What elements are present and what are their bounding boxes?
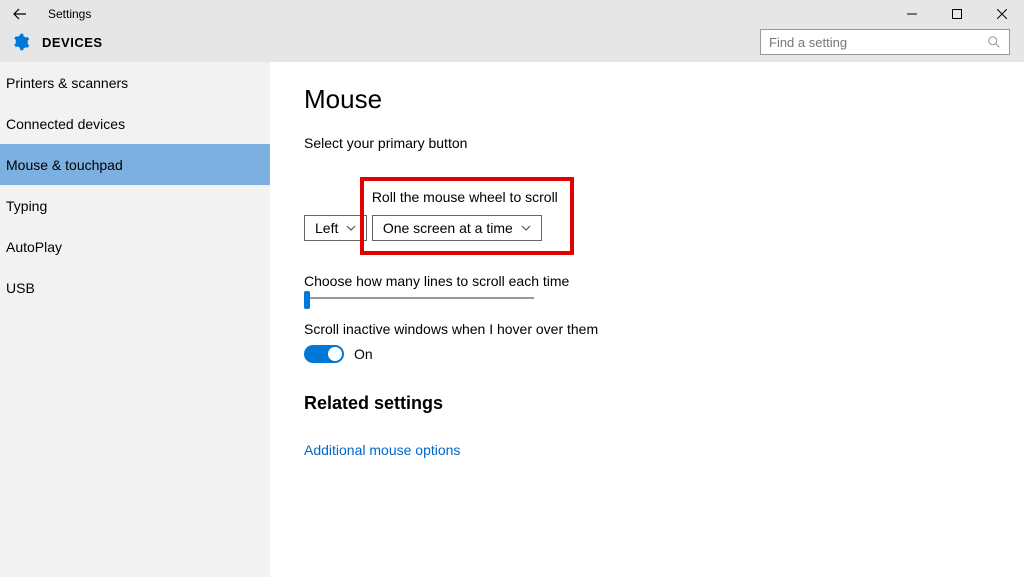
search-input[interactable] — [769, 35, 987, 50]
sidebar-item-connected-devices[interactable]: Connected devices — [0, 103, 270, 144]
minimize-button[interactable] — [889, 0, 934, 28]
sidebar-item-printers[interactable]: Printers & scanners — [0, 62, 270, 103]
chevron-down-icon — [346, 223, 356, 233]
window-title: Settings — [48, 7, 91, 21]
scroll-mode-label: Roll the mouse wheel to scroll — [372, 189, 558, 205]
sidebar-item-label: Printers & scanners — [6, 75, 128, 91]
maximize-icon — [952, 9, 962, 19]
sidebar-item-label: Typing — [6, 198, 47, 214]
content-area: Mouse Select your primary button Left Ro… — [270, 62, 1024, 577]
highlight-annotation: Roll the mouse wheel to scroll One scree… — [360, 177, 574, 255]
back-arrow-icon — [13, 7, 27, 21]
gear-icon — [12, 33, 30, 51]
header-title: DEVICES — [42, 35, 103, 50]
toggle-knob — [328, 347, 342, 361]
close-button[interactable] — [979, 0, 1024, 28]
back-button[interactable] — [0, 0, 40, 28]
scroll-mode-dropdown[interactable]: One screen at a time — [372, 215, 542, 241]
sidebar-item-label: Mouse & touchpad — [6, 157, 123, 173]
sidebar-item-autoplay[interactable]: AutoPlay — [0, 226, 270, 267]
inactive-toggle-value: On — [354, 346, 373, 362]
related-settings-title: Related settings — [304, 393, 990, 414]
chevron-down-icon — [521, 223, 531, 233]
inactive-label: Scroll inactive windows when I hover ove… — [304, 321, 990, 337]
primary-button-dropdown[interactable]: Left — [304, 215, 367, 241]
close-icon — [997, 9, 1007, 19]
sidebar-item-label: USB — [6, 280, 35, 296]
inactive-toggle[interactable] — [304, 345, 344, 363]
slider-thumb[interactable] — [304, 291, 310, 309]
maximize-button[interactable] — [934, 0, 979, 28]
sidebar-item-label: Connected devices — [6, 116, 125, 132]
minimize-icon — [907, 9, 917, 19]
sidebar-item-mouse-touchpad[interactable]: Mouse & touchpad — [0, 144, 270, 185]
scroll-mode-value: One screen at a time — [383, 220, 513, 236]
page-title: Mouse — [304, 84, 990, 115]
search-icon — [987, 35, 1001, 49]
search-box[interactable] — [760, 29, 1010, 55]
header-bar: DEVICES — [0, 28, 1024, 62]
lines-slider[interactable] — [304, 297, 990, 299]
lines-label: Choose how many lines to scroll each tim… — [304, 273, 990, 289]
slider-track — [304, 297, 534, 299]
sidebar: Printers & scanners Connected devices Mo… — [0, 62, 270, 577]
titlebar: Settings — [0, 0, 1024, 28]
sidebar-item-usb[interactable]: USB — [0, 267, 270, 308]
primary-button-value: Left — [315, 220, 338, 236]
sidebar-item-typing[interactable]: Typing — [0, 185, 270, 226]
primary-button-label: Select your primary button — [304, 135, 990, 151]
additional-mouse-options-link[interactable]: Additional mouse options — [304, 442, 460, 458]
sidebar-item-label: AutoPlay — [6, 239, 62, 255]
